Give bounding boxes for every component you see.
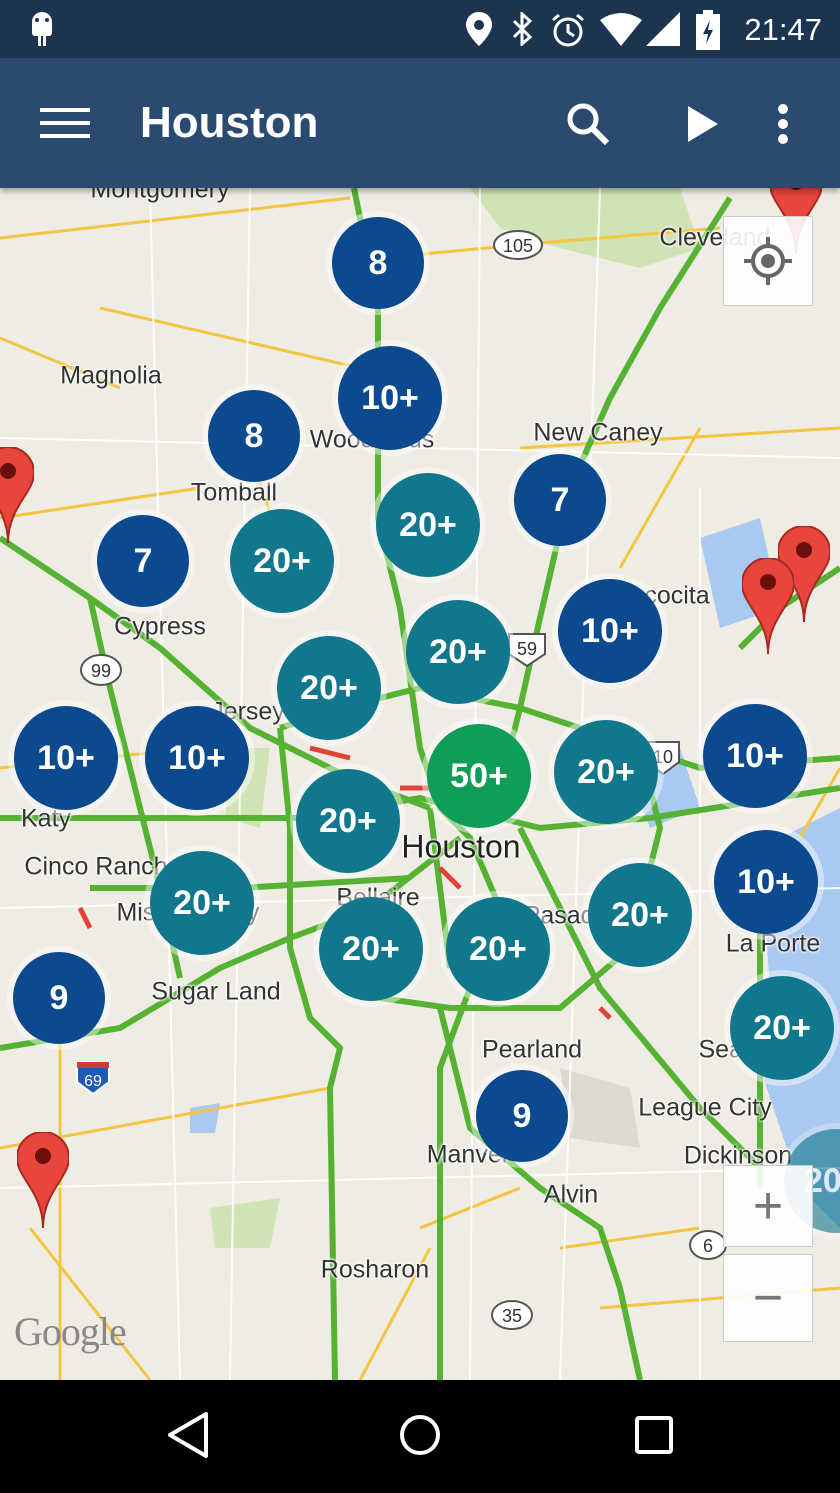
signal-icon — [646, 12, 680, 46]
clock: 21:47 — [744, 12, 822, 47]
cluster-marker[interactable]: 8 — [332, 217, 424, 309]
recents-icon[interactable] — [634, 1410, 674, 1460]
cluster-marker[interactable]: 10+ — [338, 346, 442, 450]
battery-charging-icon — [696, 10, 720, 50]
navigation-bar — [0, 1380, 840, 1493]
svg-text:59: 59 — [517, 639, 537, 659]
zoom-in-button[interactable]: + — [723, 1165, 813, 1247]
cluster-marker[interactable]: 8 — [208, 390, 300, 482]
cluster-marker[interactable]: 20+ — [446, 897, 550, 1001]
cluster-marker[interactable]: 20+ — [406, 600, 510, 704]
cluster-marker[interactable]: 20+ — [376, 473, 480, 577]
place-label: Cinco Ranch — [24, 852, 168, 881]
home-icon[interactable] — [398, 1410, 442, 1460]
place-label: New Caney — [533, 418, 663, 447]
place-label: League City — [638, 1093, 772, 1122]
cluster-marker[interactable]: 10+ — [558, 579, 662, 683]
cluster-marker[interactable]: 7 — [514, 454, 606, 546]
cluster-marker[interactable]: 7 — [97, 515, 189, 607]
cluster-marker[interactable]: 20+ — [319, 897, 423, 1001]
cluster-marker[interactable]: 20+ — [296, 769, 400, 873]
status-bar: 21:47 — [0, 0, 840, 58]
cluster-marker[interactable]: 20+ — [150, 851, 254, 955]
cluster-marker[interactable]: 20+ — [277, 636, 381, 740]
place-label: Alvin — [543, 1180, 599, 1209]
my-location-icon — [744, 237, 792, 285]
android-icon — [32, 12, 52, 46]
cluster-marker[interactable]: 20+ — [730, 976, 834, 1080]
menu-icon[interactable] — [40, 108, 90, 138]
map-view[interactable]: 105 59 99 69 10 6 35 Montgomery Clevelan… — [0, 188, 840, 1380]
alarm-icon — [552, 13, 584, 47]
search-icon[interactable] — [566, 102, 610, 146]
app-bar: Houston — [0, 58, 840, 188]
cluster-marker[interactable]: 20+ — [588, 863, 692, 967]
zoom-out-button[interactable]: − — [723, 1254, 813, 1342]
svg-text:6: 6 — [703, 1236, 713, 1256]
wifi-icon — [600, 13, 642, 46]
map-marker-icon[interactable] — [17, 1132, 69, 1228]
zoom-out-label: − — [752, 1269, 784, 1327]
place-label: Montgomery — [90, 188, 230, 204]
svg-text:35: 35 — [502, 1306, 522, 1326]
cluster-marker[interactable]: 9 — [476, 1070, 568, 1162]
place-label: Magnolia — [60, 361, 162, 390]
place-label: Pearland — [481, 1035, 583, 1064]
place-label-city: Houston — [401, 828, 521, 865]
back-icon[interactable] — [166, 1410, 210, 1460]
more-vert-icon[interactable] — [776, 104, 790, 144]
place-label: Sugar Land — [151, 977, 281, 1006]
my-location-button[interactable] — [723, 216, 813, 306]
svg-text:69: 69 — [84, 1073, 102, 1090]
svg-text:99: 99 — [91, 661, 111, 681]
cluster-marker[interactable]: 10+ — [145, 706, 249, 810]
place-label: Cypress — [114, 612, 206, 641]
place-label: La Porte — [725, 929, 821, 958]
place-label: Tomball — [190, 478, 278, 507]
svg-text:105: 105 — [503, 236, 533, 256]
page-title: Houston — [140, 98, 319, 147]
location-icon — [466, 12, 492, 46]
map-marker-icon[interactable] — [0, 447, 34, 543]
cluster-marker[interactable]: 10+ — [14, 706, 118, 810]
cluster-marker[interactable]: 20+ — [554, 720, 658, 824]
cluster-marker[interactable]: 10+ — [714, 830, 818, 934]
zoom-in-label: + — [752, 1177, 784, 1235]
place-label: Rosharon — [320, 1255, 430, 1284]
play-icon[interactable] — [688, 106, 718, 142]
bluetooth-icon — [512, 12, 533, 46]
cluster-marker[interactable]: 10+ — [703, 704, 807, 808]
cluster-marker[interactable]: 20+ — [230, 509, 334, 613]
map-marker-icon[interactable] — [742, 558, 794, 654]
cluster-marker[interactable]: 50+ — [427, 724, 531, 828]
google-logo: Google — [14, 1309, 127, 1354]
cluster-marker[interactable]: 9 — [13, 952, 105, 1044]
